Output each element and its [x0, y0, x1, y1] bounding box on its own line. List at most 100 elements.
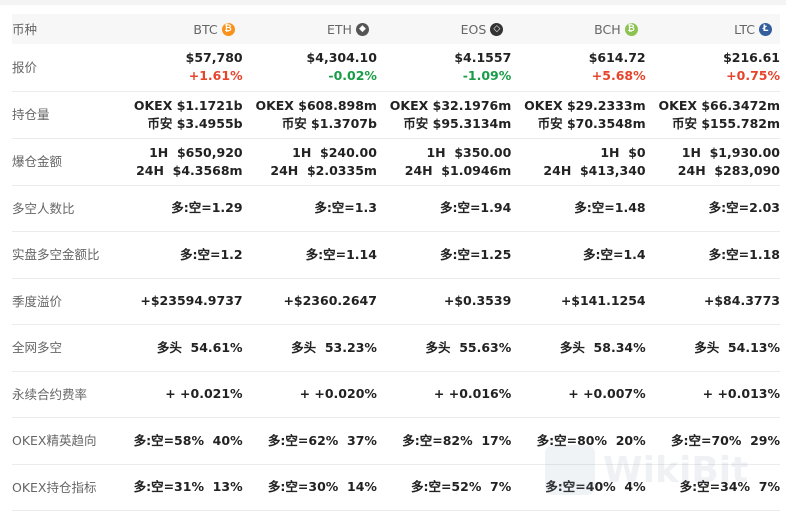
header-label: 币种 [12, 21, 38, 37]
table-row-funding-rate: 永续合约费率 + +0.021% + +0.020% + +0.016% + +… [12, 371, 780, 417]
column-header-btc[interactable]: BTC ₿ [108, 14, 242, 44]
premium-cell-eth: +$2360.2647 [283, 293, 377, 308]
coin-name: BCH [594, 21, 621, 37]
row-label: 全网多空 [12, 340, 63, 355]
okex-line: OKEX $66.3472m [658, 97, 781, 113]
row-label: 多空人数比 [12, 200, 75, 216]
liquidation-1h: 1H $1,930.00 [681, 144, 780, 160]
taker-cell-btc: 多:空=1.2 [179, 246, 243, 262]
funding-cell-eth: + +0.020% [299, 386, 377, 401]
price-change: -1.09% [462, 68, 512, 84]
row-label: 报价 [12, 59, 38, 75]
liquidation-1h: 1H $0 [600, 144, 646, 160]
column-header-ltc[interactable]: LTC Ł [646, 14, 780, 44]
network-cell-ltc: 多头 54.13% [694, 339, 780, 355]
table-row-okex-position: OKEX持仓指标 多:空=31% 13% 多:空=30% 14% 多:空=52%… [12, 464, 780, 510]
liquidation-24h: 24H $2.0335m [270, 162, 377, 178]
taker-cell-eth: 多:空=1.14 [305, 246, 377, 262]
table-row-price: 报价 $57,780 +1.61% $4,304.10 -0.02% $4.1557… [12, 44, 780, 91]
liquidation-24h: 24H $4.3568m [136, 162, 243, 178]
position-cell-ltc: 多:空=34% 7% [679, 479, 780, 494]
top-divider [0, 0, 786, 5]
position-cell-bch: 多:空=40% 4% [545, 479, 646, 494]
price-change: +0.75% [726, 68, 780, 84]
column-header-eos[interactable]: EOS ◇ [377, 14, 511, 44]
ratio-cell-eos: 多:空=1.94 [439, 200, 512, 215]
taker-cell-eos: 多:空=1.25 [439, 246, 512, 262]
coin-metrics-table: 币种 BTC ₿ ETH ◆ EOS ◇ BCH ₿ LTC Ł 报价 $57,780 +1… [12, 14, 780, 511]
network-cell-btc: 多头 54.61% [156, 339, 243, 355]
liquidation-cell-eth: 1H $240.00 24H $2.0335m [243, 138, 377, 185]
ratio-cell-bch: 多:空=1.48 [574, 200, 646, 215]
okex-line: OKEX $32.1976m [389, 97, 512, 113]
taker-cell-ltc: 多:空=1.18 [708, 246, 780, 262]
taker-cell-bch: 多:空=1.4 [583, 246, 646, 262]
price-value: $216.61 [723, 50, 780, 66]
premium-cell-btc: +$23594.9737 [140, 293, 243, 308]
price-value: $614.72 [588, 50, 646, 66]
liquidation-24h: 24H $413,340 [543, 162, 646, 178]
binance-line: 币安 $95.3134m [403, 115, 512, 131]
binance-line: 币安 $70.3548m [537, 115, 646, 131]
open-interest-cell-eth: OKEX $608.898m 币安 $1.3707b [243, 91, 377, 138]
ratio-cell-eth: 多:空=1.3 [314, 200, 377, 215]
table-row-quarterly-premium: 季度溢价 +$23594.9737 +$2360.2647 +$0.3539 +… [12, 278, 780, 324]
price-cell-bch: $614.72 +5.68% [511, 44, 646, 91]
liquidation-cell-bch: 1H $0 24H $413,340 [511, 138, 645, 185]
okex-line: OKEX $608.898m [255, 97, 377, 113]
coin-name: LTC [734, 21, 755, 37]
price-value: $4.1557 [454, 50, 512, 66]
eth-icon: ◆ [355, 22, 369, 36]
okex-line: OKEX $29.2333m [524, 97, 646, 113]
funding-cell-eos: + +0.016% [433, 386, 512, 401]
row-label: 实盘多空金额比 [12, 247, 100, 262]
liquidation-cell-eos: 1H $350.00 24H $1.0946m [377, 138, 512, 185]
table-header-row: 币种 BTC ₿ ETH ◆ EOS ◇ BCH ₿ LTC Ł [12, 14, 780, 44]
table-row-open-interest: 持仓量 OKEX $1.1721b 币安 $3.4955b OKEX $608.8… [12, 91, 780, 138]
price-value: $57,780 [185, 50, 243, 66]
ratio-cell-btc: 多:空=1.29 [171, 200, 243, 215]
price-cell-ltc: $216.61 +0.75% [646, 44, 780, 91]
funding-cell-ltc: + +0.013% [702, 386, 780, 401]
price-change: +1.61% [188, 68, 243, 84]
elite-cell-bch: 多:空=80% 20% [536, 432, 646, 448]
row-label: 永续合约费率 [12, 386, 88, 402]
price-change: +5.68% [591, 68, 646, 84]
table-row-long-short-accounts: 多空人数比 多:空=1.29 多:空=1.3 多:空=1.94 多:空=1.48… [12, 185, 780, 231]
column-header-bch[interactable]: BCH ₿ [511, 14, 645, 44]
liquidation-cell-ltc: 1H $1,930.00 24H $283,090 [646, 138, 780, 185]
liquidation-24h: 24H $1.0946m [404, 162, 512, 178]
table-row-liquidation: 爆仓金额 1H $650,920 24H $4.3568m 1H $240.00 2… [12, 138, 780, 185]
table-row-taker-ratio: 实盘多空金额比 多:空=1.2 多:空=1.14 多:空=1.25 多:空=1.… [12, 231, 780, 278]
bch-icon: ₿ [624, 22, 638, 36]
elite-cell-ltc: 多:空=70% 29% [670, 432, 780, 448]
price-value: $4,304.10 [306, 50, 377, 66]
btc-icon: ₿ [221, 22, 235, 36]
binance-line: 币安 $155.782m [671, 115, 780, 131]
premium-cell-eos: +$0.3539 [443, 293, 512, 308]
position-cell-eos: 多:空=52% 7% [410, 479, 512, 494]
row-label: OKEX持仓指标 [12, 479, 97, 495]
liquidation-1h: 1H $350.00 [426, 144, 512, 160]
eos-icon: ◇ [490, 22, 504, 36]
price-cell-eos: $4.1557 -1.09% [377, 44, 511, 91]
okex-line: OKEX $1.1721b [133, 97, 243, 113]
price-cell-btc: $57,780 +1.61% [108, 44, 243, 91]
row-label: 持仓量 [12, 107, 50, 122]
network-cell-eos: 多头 55.63% [425, 339, 512, 355]
row-label: 季度溢价 [12, 293, 63, 309]
liquidation-1h: 1H $240.00 [292, 144, 377, 160]
premium-cell-bch: +$141.1254 [560, 293, 646, 308]
coin-name: ETH [327, 21, 352, 37]
column-header-eth[interactable]: ETH ◆ [243, 14, 377, 44]
coin-name: BTC [193, 21, 218, 37]
position-cell-btc: 多:空=31% 13% [133, 479, 243, 494]
network-cell-eth: 多头 53.23% [291, 339, 377, 355]
open-interest-cell-ltc: OKEX $66.3472m 币安 $155.782m [646, 91, 781, 138]
elite-cell-eos: 多:空=82% 17% [402, 432, 512, 448]
ltc-icon: Ł [759, 22, 772, 36]
coin-name: EOS [460, 21, 487, 37]
row-label: OKEX精英趋向 [12, 433, 97, 448]
elite-cell-eth: 多:空=62% 37% [267, 432, 377, 448]
elite-cell-btc: 多:空=58% 40% [133, 432, 243, 448]
